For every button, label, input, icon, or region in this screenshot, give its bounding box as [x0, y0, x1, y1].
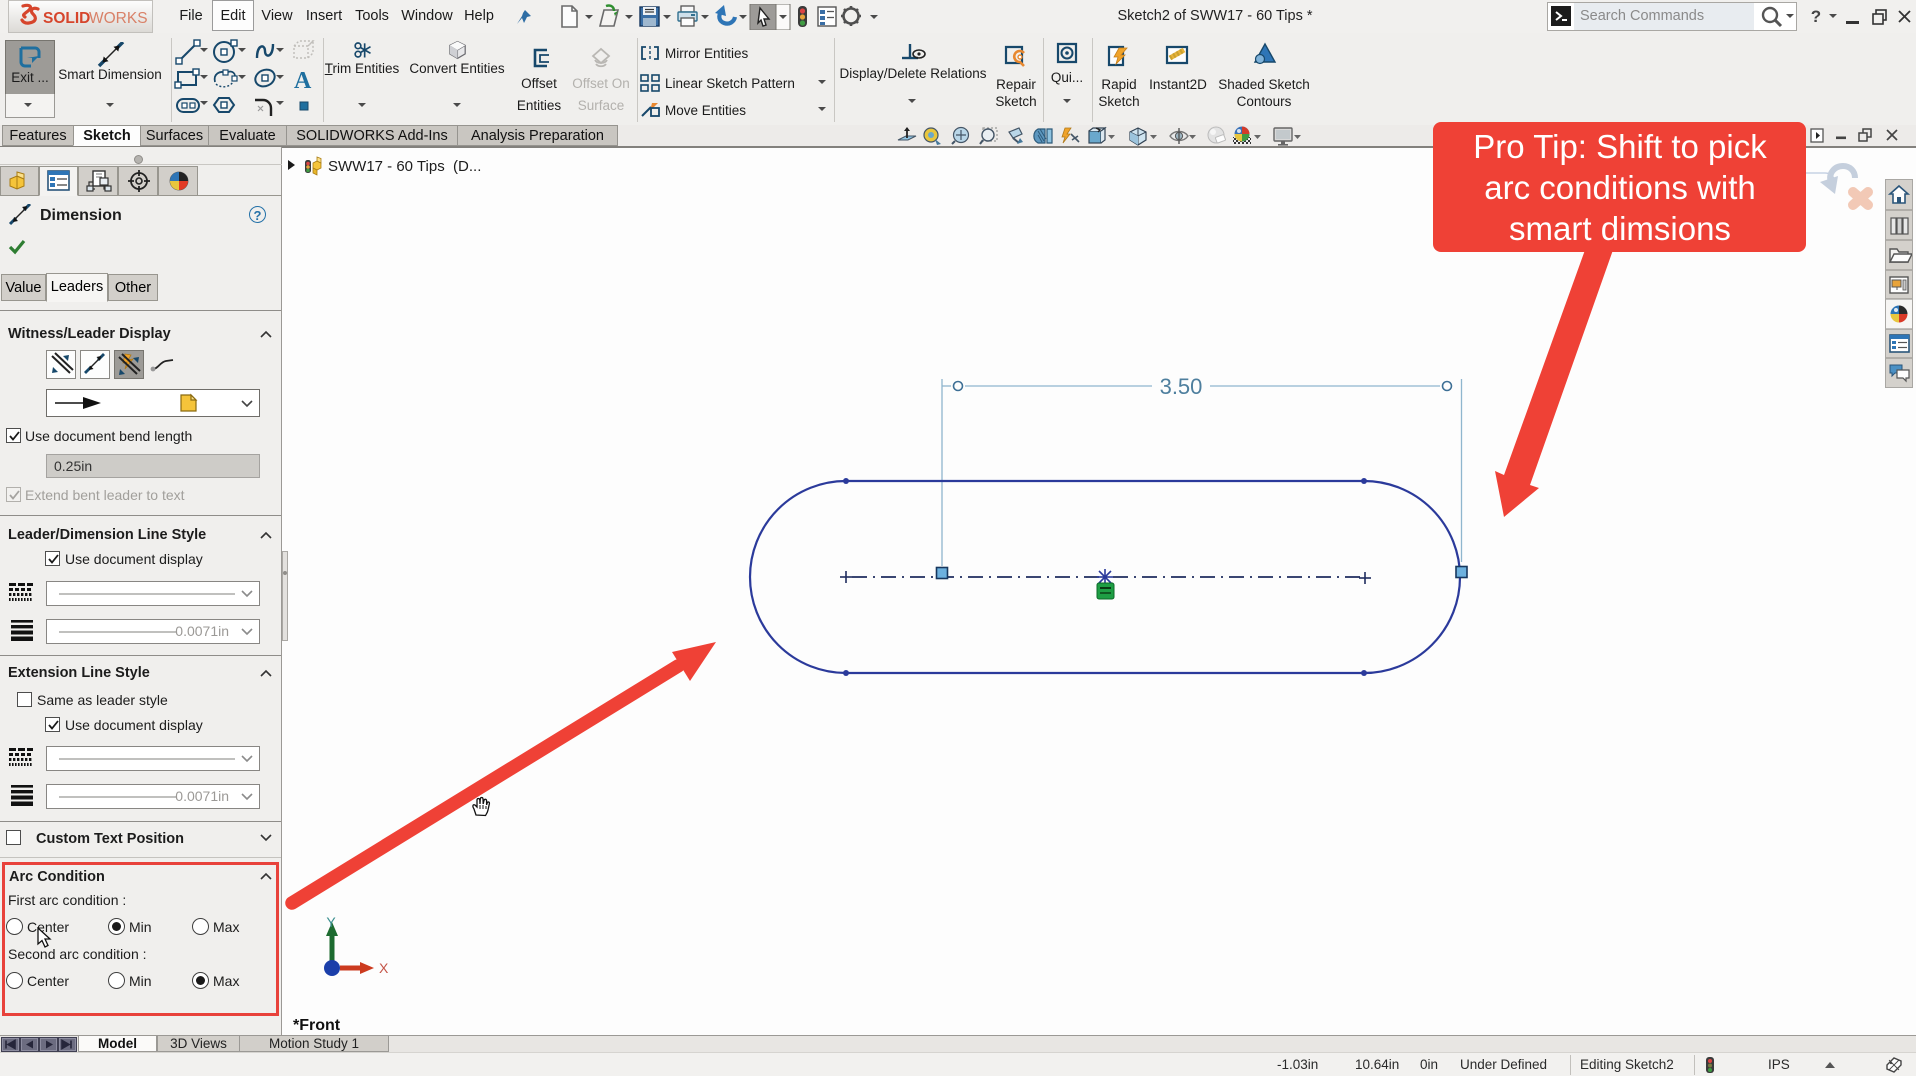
svg-text:WORKS: WORKS [89, 10, 148, 27]
svg-text:SOLID: SOLID [43, 10, 90, 27]
